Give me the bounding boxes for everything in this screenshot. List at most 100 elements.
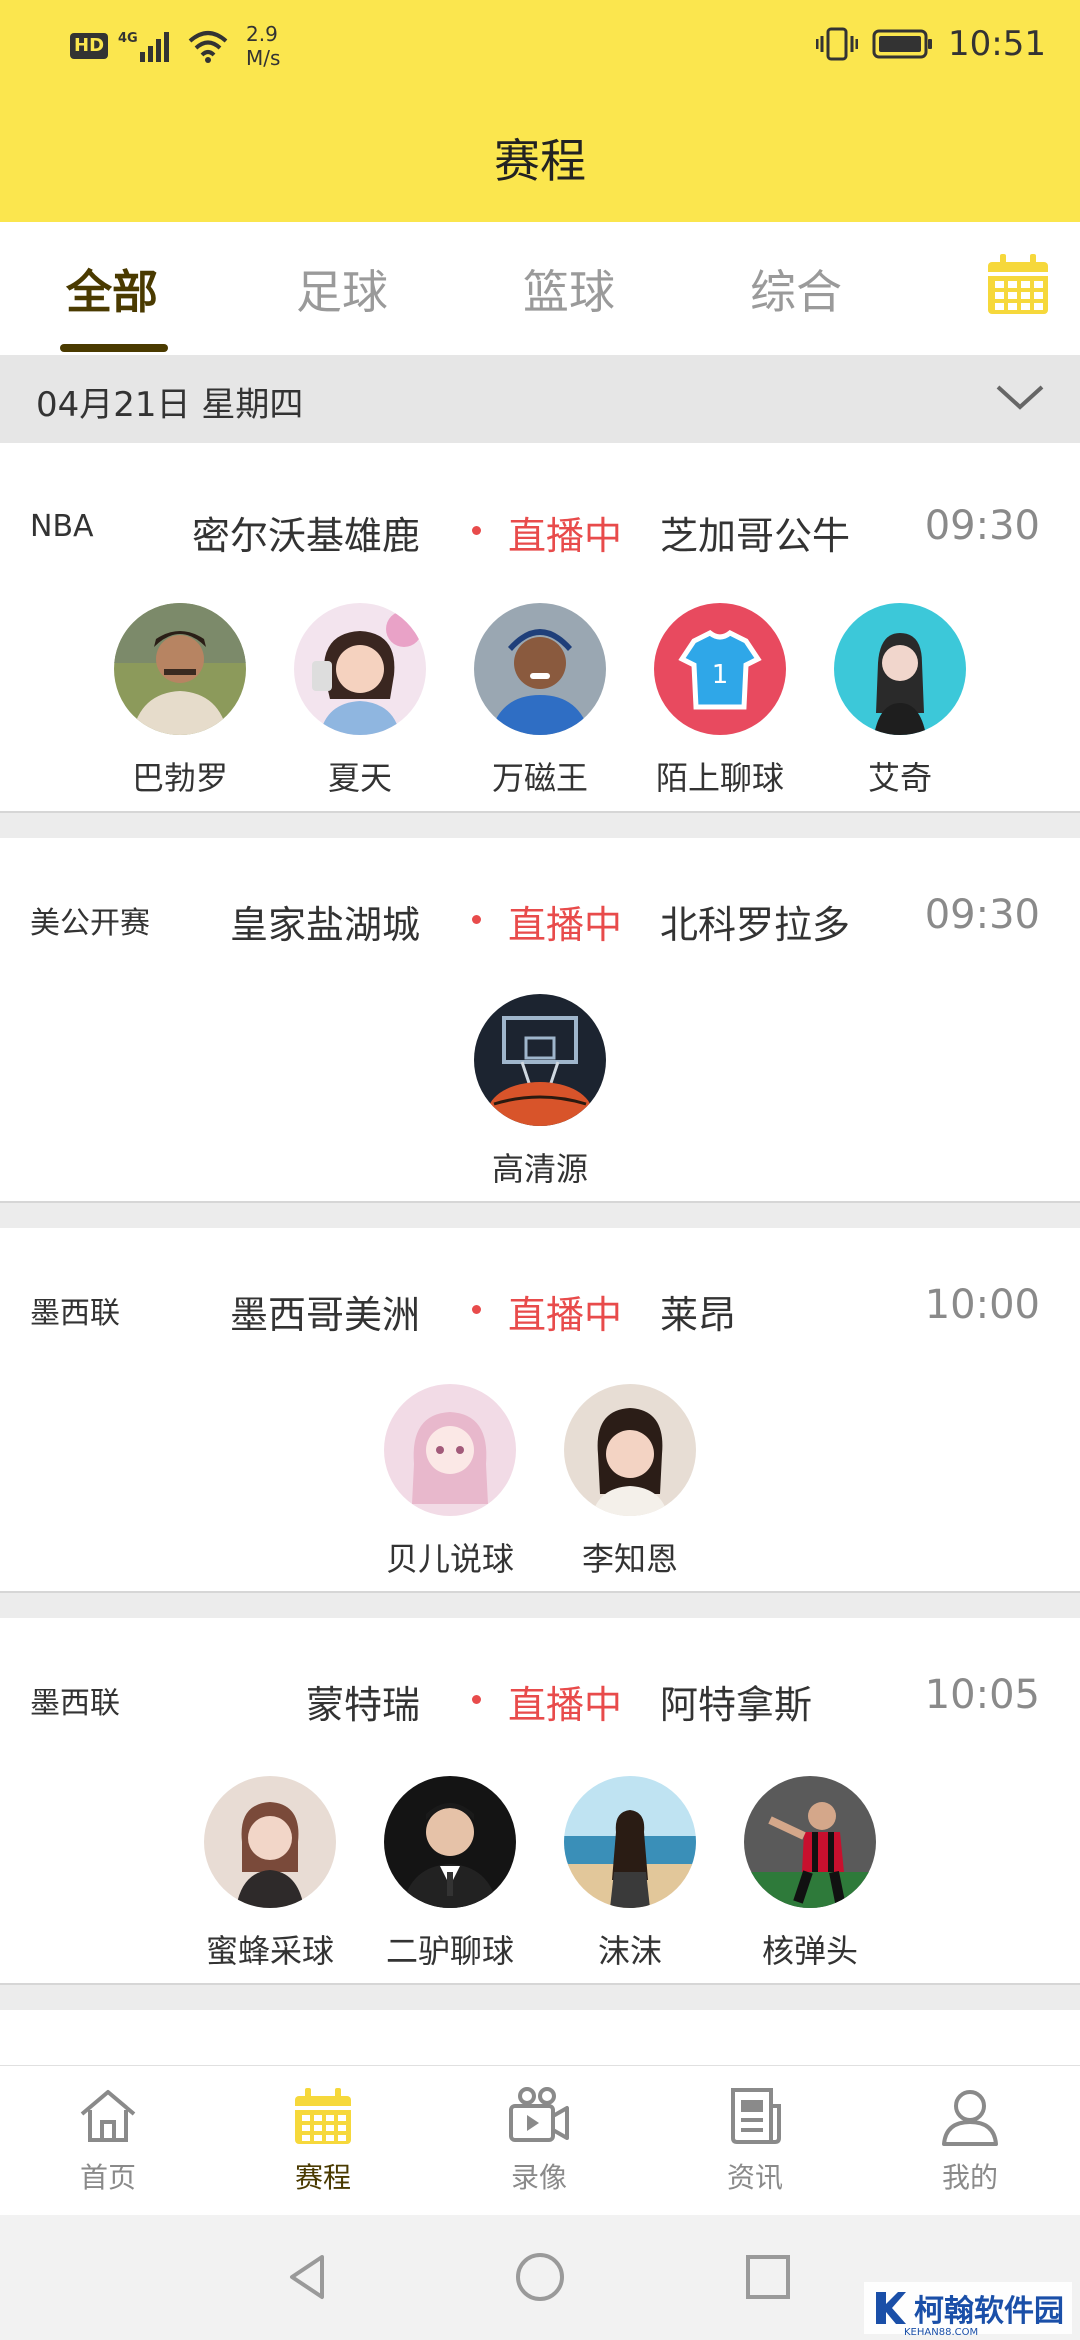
speed-unit: M/s xyxy=(246,46,281,70)
home-team: 墨西哥美洲 xyxy=(229,1293,420,1337)
streamer-item[interactable]: 二驴聊球 xyxy=(384,1776,516,1972)
streamer-name: 二驴聊球 xyxy=(385,1932,514,1970)
match-time: 10:05 xyxy=(924,1672,1040,1718)
tab-general[interactable]: 综合 xyxy=(750,256,842,322)
streamer-name: 陌上聊球 xyxy=(655,759,784,797)
vibrate-icon xyxy=(816,27,859,61)
status-left: HD 4G 2.9 M/s xyxy=(70,22,280,70)
match-time: 09:30 xyxy=(924,503,1040,549)
home-team: 蒙特瑞 xyxy=(305,1683,420,1727)
live-dot xyxy=(472,1305,481,1314)
avatar xyxy=(384,1776,516,1908)
watermark-logo-icon xyxy=(876,2292,906,2324)
live-status: 直播中 xyxy=(508,514,623,558)
nav-news[interactable]: 资讯 xyxy=(695,2084,815,2196)
streamer-name: 夏天 xyxy=(327,759,392,797)
avatar xyxy=(564,1776,696,1908)
date-selector[interactable]: 04月21日 星期四 xyxy=(0,355,1080,443)
home-circle-icon[interactable] xyxy=(514,2251,566,2303)
watermark-text: 柯翰软件园 xyxy=(914,2294,1064,2329)
streamer-item[interactable]: 艾奇 xyxy=(834,603,966,799)
avatar xyxy=(744,1776,876,1908)
nav-label: 首页 xyxy=(79,2161,136,2194)
battery-icon xyxy=(872,29,933,59)
network-label: 4G xyxy=(118,31,138,46)
streamer-item[interactable]: 1 陌上聊球 xyxy=(654,603,786,799)
back-icon[interactable] xyxy=(282,2251,334,2303)
match-card[interactable]: 墨西联 蒙特瑞 直播中 阿特拿斯 10:05 蜜蜂采球 二驴聊球 沫沫 核弹头 xyxy=(0,1618,1080,1985)
avatar xyxy=(384,1384,516,1516)
streamer-name: 核弹头 xyxy=(761,1932,858,1970)
streamer-name: 李知恩 xyxy=(581,1540,678,1578)
streamer-item[interactable]: 巴勃罗 xyxy=(114,603,246,799)
streamer-name: 巴勃罗 xyxy=(131,759,228,797)
streamer-item[interactable]: 核弹头 xyxy=(744,1776,876,1972)
nav-label: 我的 xyxy=(941,2161,998,2194)
league-name: 墨西联 xyxy=(30,1296,120,1331)
streamer-name: 沫沫 xyxy=(597,1932,662,1970)
watermark-sub: KEHAN88.COM xyxy=(904,2327,979,2338)
active-tab-indicator xyxy=(60,344,168,352)
live-dot xyxy=(472,526,481,535)
match-card[interactable]: NBA 密尔沃基雄鹿 直播中 芝加哥公牛 09:30 巴勃罗 夏天 万磁王 1 xyxy=(0,443,1080,813)
status-right: 10:51 xyxy=(816,24,1046,64)
streamer-name: 万磁王 xyxy=(491,759,588,797)
avatar xyxy=(114,603,246,735)
streamer-item[interactable]: 贝儿说球 xyxy=(384,1384,516,1580)
live-dot xyxy=(472,915,481,924)
streamer-list: 蜜蜂采球 二驴聊球 沫沫 核弹头 xyxy=(0,1776,1080,1972)
league-name: 墨西联 xyxy=(30,1686,120,1721)
live-status: 直播中 xyxy=(508,1293,623,1337)
home-team: 密尔沃基雄鹿 xyxy=(191,514,420,558)
nav-home[interactable]: 首页 xyxy=(48,2084,168,2196)
category-tabs: 全部 足球 篮球 综合 xyxy=(0,222,1080,355)
tab-all[interactable]: 全部 xyxy=(66,256,158,322)
avatar: 1 xyxy=(654,603,786,735)
nav-video[interactable]: 录像 xyxy=(479,2084,599,2196)
streamer-item[interactable]: 李知恩 xyxy=(564,1384,696,1580)
system-nav-bar: 柯翰软件园 KEHAN88.COM xyxy=(0,2215,1080,2340)
calendar-icon xyxy=(295,2088,351,2144)
away-team: 阿特拿斯 xyxy=(660,1683,813,1727)
streamer-list: 贝儿说球 李知恩 xyxy=(0,1384,1080,1580)
live-status: 直播中 xyxy=(508,903,623,947)
clock: 10:51 xyxy=(948,24,1046,64)
svg-text:1: 1 xyxy=(712,660,729,690)
tab-basketball[interactable]: 篮球 xyxy=(523,256,615,322)
match-card[interactable]: 墨西联 墨西哥美洲 直播中 莱昂 10:00 贝儿说球 李知恩 xyxy=(0,1228,1080,1593)
nav-schedule[interactable]: 赛程 xyxy=(263,2084,383,2196)
streamer-item[interactable]: 沫沫 xyxy=(564,1776,696,1972)
nav-label: 录像 xyxy=(510,2161,567,2194)
app-header: HD 4G 2.9 M/s 10:51 赛程 xyxy=(0,0,1080,222)
streamer-item[interactable]: 高清源 xyxy=(474,994,606,1190)
hd-badge: HD xyxy=(70,33,109,59)
chevron-down-icon[interactable] xyxy=(996,377,1044,417)
network-speed: 2.9 M/s xyxy=(246,22,280,70)
league-name: NBA xyxy=(30,509,94,544)
recents-icon[interactable] xyxy=(742,2251,794,2303)
nav-profile[interactable]: 我的 xyxy=(910,2084,1030,2196)
match-time: 10:00 xyxy=(924,1282,1040,1328)
match-card[interactable] xyxy=(0,2010,1080,2065)
live-dot xyxy=(472,1695,481,1704)
home-icon xyxy=(80,2090,136,2142)
calendar-icon[interactable] xyxy=(986,252,1050,316)
away-team: 莱昂 xyxy=(660,1293,737,1337)
streamer-item[interactable]: 蜜蜂采球 xyxy=(204,1776,336,1972)
streamer-item[interactable]: 夏天 xyxy=(294,603,426,799)
streamer-list: 巴勃罗 夏天 万磁王 1 陌上聊球 艾奇 xyxy=(0,603,1080,799)
streamer-list: 高清源 xyxy=(0,994,1080,1190)
current-date: 04月21日 星期四 xyxy=(36,385,304,425)
streamer-item[interactable]: 万磁王 xyxy=(474,603,606,799)
live-status: 直播中 xyxy=(508,1683,623,1727)
avatar xyxy=(474,603,606,735)
away-team: 北科罗拉多 xyxy=(660,903,851,947)
nav-label: 赛程 xyxy=(294,2161,351,2194)
home-team: 皇家盐湖城 xyxy=(229,903,420,947)
tab-football[interactable]: 足球 xyxy=(296,256,388,322)
avatar xyxy=(294,603,426,735)
watermark: 柯翰软件园 KEHAN88.COM xyxy=(864,2282,1072,2338)
nav-label: 资讯 xyxy=(726,2161,783,2194)
match-card[interactable]: 美公开赛 皇家盐湖城 直播中 北科罗拉多 09:30 高清源 xyxy=(0,838,1080,1203)
avatar xyxy=(474,994,606,1126)
